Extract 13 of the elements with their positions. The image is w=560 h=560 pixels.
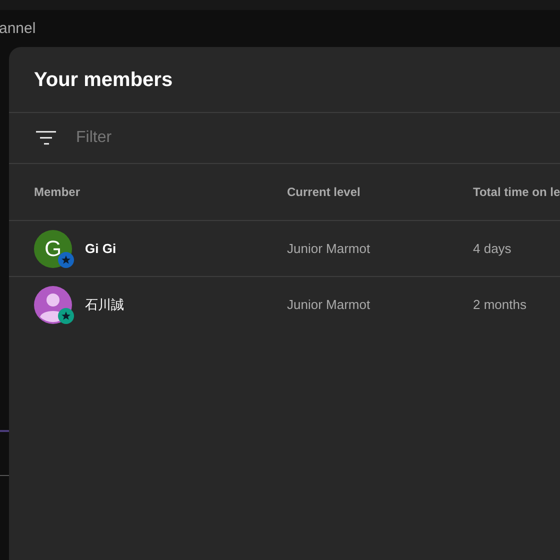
dialog-title: Your members: [34, 68, 173, 92]
level-cell-text: Junior Marmot: [287, 296, 372, 314]
column-header: Member: [33, 184, 82, 201]
time-cell-text: 2 months: [473, 296, 526, 314]
column-header: Total time on le: [473, 184, 560, 201]
column-header: Current level: [287, 184, 362, 201]
filter-icon[interactable]: [36, 131, 56, 145]
member-name: Gi Gi: [85, 240, 116, 258]
member-name: 石川誠: [85, 296, 124, 314]
filter-field[interactable]: Filter: [76, 126, 376, 150]
time-cell-text: 4 days: [473, 240, 512, 258]
level-cell-text: Junior Marmot: [287, 240, 372, 258]
channel-label: annel: [0, 21, 36, 36]
